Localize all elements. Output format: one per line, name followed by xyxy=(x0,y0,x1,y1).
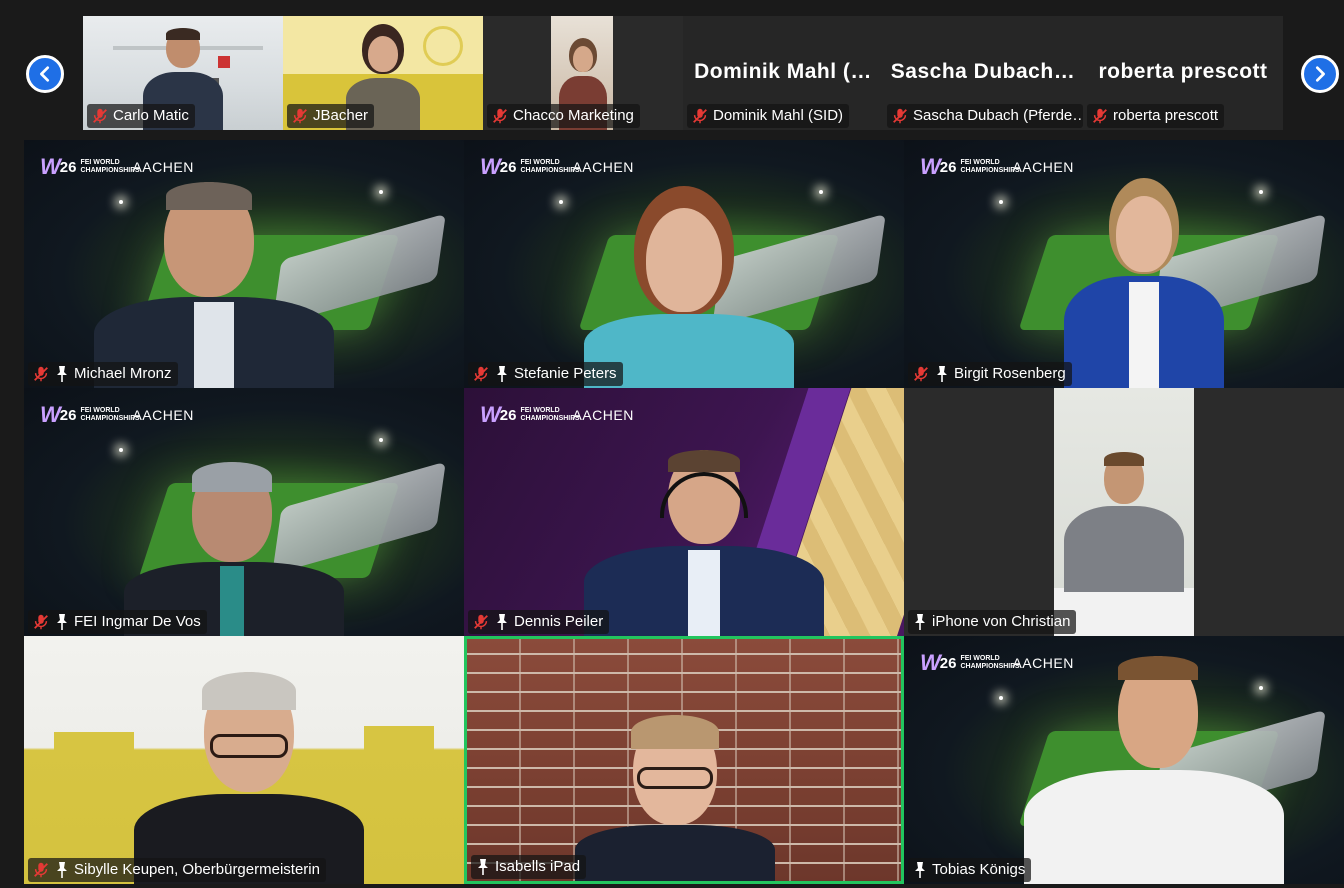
mic-muted-icon xyxy=(474,366,488,382)
participant-tile[interactable]: iPhone von Christian xyxy=(904,388,1344,636)
participant-name: Stefanie Peters xyxy=(514,365,617,382)
participant-video xyxy=(94,182,334,388)
participant-name: Birgit Rosenberg xyxy=(954,365,1066,382)
participant-name-label: roberta prescott xyxy=(1087,104,1225,128)
participant-name: Dennis Peiler xyxy=(514,613,604,630)
pin-icon xyxy=(915,614,925,630)
participant-name-label: Stefanie Peters xyxy=(468,362,623,386)
participant-tile[interactable]: W 26 FEI WORLD CHAMPIONSHIPS AACHEN Tobias … xyxy=(904,636,1344,884)
participant-tile[interactable]: W 26 FEI WORLD CHAMPIONSHIPS AACHEN Birgit … xyxy=(904,140,1344,388)
pin-icon xyxy=(478,859,488,875)
participant-name: Chacco Marketing xyxy=(513,107,634,124)
pin-icon xyxy=(497,614,507,630)
gallery-grid: W 26 FEI WORLD CHAMPIONSHIPS AACHEN Michael… xyxy=(24,140,1344,884)
event-logo: W 26 FEI WORLD CHAMPIONSHIPS AACHEN xyxy=(480,154,634,179)
pin-icon xyxy=(497,366,507,382)
mic-muted-icon xyxy=(893,108,907,124)
participant-name-label: Sibylle Keupen, Oberbürgermeisterin xyxy=(28,858,326,882)
chevron-left-icon xyxy=(40,66,50,82)
pin-icon xyxy=(57,366,67,382)
participant-name: Sascha Dubach (Pferde… xyxy=(913,107,1083,124)
event-logo: W 26 FEI WORLD CHAMPIONSHIPS AACHEN xyxy=(480,402,634,427)
participant-tile-active-speaker[interactable]: Isabells iPad xyxy=(464,636,904,884)
participant-name-label: Tobias Königs xyxy=(908,858,1032,882)
participant-name-label: FEI Ingmar De Vos xyxy=(28,610,207,634)
participant-name: Sibylle Keupen, Oberbürgermeisterin xyxy=(74,861,320,878)
participant-video xyxy=(1064,452,1184,592)
event-logo: W 26 FEI WORLD CHAMPIONSHIPS AACHEN xyxy=(920,154,1074,179)
participant-name-label: iPhone von Christian xyxy=(908,610,1077,634)
participant-name: Isabells iPad xyxy=(495,858,581,875)
participant-name: Dominik Mahl (SID) xyxy=(713,107,844,124)
mic-muted-icon xyxy=(34,366,48,382)
mic-muted-icon xyxy=(493,108,507,124)
participant-name: Michael Mronz xyxy=(74,365,172,382)
participant-tile[interactable]: W 26 FEI WORLD CHAMPIONSHIPS AACHEN Dennis … xyxy=(464,388,904,636)
participant-thumb[interactable]: Sascha Dubach… Sascha Dubach (Pferde… xyxy=(883,16,1083,130)
participant-name-label: Carlo Matic xyxy=(87,104,195,128)
participant-thumb[interactable]: roberta prescott roberta prescott xyxy=(1083,16,1283,130)
pin-icon xyxy=(57,614,67,630)
participant-tile[interactable]: W 26 FEI WORLD CHAMPIONSHIPS AACHEN Michael… xyxy=(24,140,464,388)
participant-video xyxy=(574,186,804,388)
participant-strip: Carlo Matic JBacher Chacco Marketing Dom… xyxy=(0,0,1344,136)
participant-name: iPhone von Christian xyxy=(932,613,1071,630)
participant-name: Tobias Königs xyxy=(932,861,1026,878)
participant-thumb[interactable]: Chacco Marketing xyxy=(483,16,683,130)
participant-name-label: JBacher xyxy=(287,104,375,128)
thumbnail-row: Carlo Matic JBacher Chacco Marketing Dom… xyxy=(83,16,1285,130)
participant-name: roberta prescott xyxy=(1113,107,1219,124)
participant-name-label: Sascha Dubach (Pferde… xyxy=(887,104,1083,128)
participant-display-name: Dominik Mahl (… xyxy=(694,60,872,83)
participant-thumb[interactable]: JBacher xyxy=(283,16,483,130)
strip-next-button[interactable] xyxy=(1301,55,1339,93)
participant-video xyxy=(575,715,775,881)
participant-name: Carlo Matic xyxy=(113,107,189,124)
participant-name-label: Chacco Marketing xyxy=(487,104,640,128)
mic-muted-icon xyxy=(914,366,928,382)
participant-thumb[interactable]: Dominik Mahl (… Dominik Mahl (SID) xyxy=(683,16,883,130)
pin-icon xyxy=(57,862,67,878)
pin-icon xyxy=(915,862,925,878)
strip-prev-button[interactable] xyxy=(26,55,64,93)
participant-name-label: Michael Mronz xyxy=(28,362,178,386)
pin-icon xyxy=(937,366,947,382)
participant-tile[interactable]: Sibylle Keupen, Oberbürgermeisterin xyxy=(24,636,464,884)
participant-name: JBacher xyxy=(313,107,369,124)
participant-video xyxy=(134,672,364,884)
participant-name-label: Dennis Peiler xyxy=(468,610,610,634)
mic-muted-icon xyxy=(474,614,488,630)
participant-name: FEI Ingmar De Vos xyxy=(74,613,201,630)
participant-video xyxy=(1064,178,1224,388)
participant-video xyxy=(1024,656,1284,884)
participant-display-name: roberta prescott xyxy=(1098,60,1268,83)
mic-muted-icon xyxy=(34,614,48,630)
mic-muted-icon xyxy=(693,108,707,124)
mic-muted-icon xyxy=(93,108,107,124)
mic-muted-icon xyxy=(34,862,48,878)
participant-tile[interactable]: W 26 FEI WORLD CHAMPIONSHIPS AACHEN FEI Ing… xyxy=(24,388,464,636)
mic-muted-icon xyxy=(1093,108,1107,124)
participant-thumb[interactable]: Carlo Matic xyxy=(83,16,283,130)
event-logo: W 26 FEI WORLD CHAMPIONSHIPS AACHEN xyxy=(40,402,194,427)
mic-muted-icon xyxy=(293,108,307,124)
participant-tile[interactable]: W 26 FEI WORLD CHAMPIONSHIPS AACHEN Stefani… xyxy=(464,140,904,388)
participant-name-label: Birgit Rosenberg xyxy=(908,362,1072,386)
chevron-right-icon xyxy=(1315,66,1325,82)
participant-name-label: Isabells iPad xyxy=(471,855,587,879)
meeting-window: Carlo Matic JBacher Chacco Marketing Dom… xyxy=(0,0,1344,888)
event-logo: W 26 FEI WORLD CHAMPIONSHIPS AACHEN xyxy=(40,154,194,179)
participant-video xyxy=(584,450,824,636)
participant-name-label: Dominik Mahl (SID) xyxy=(687,104,850,128)
participant-display-name: Sascha Dubach… xyxy=(890,60,1076,83)
